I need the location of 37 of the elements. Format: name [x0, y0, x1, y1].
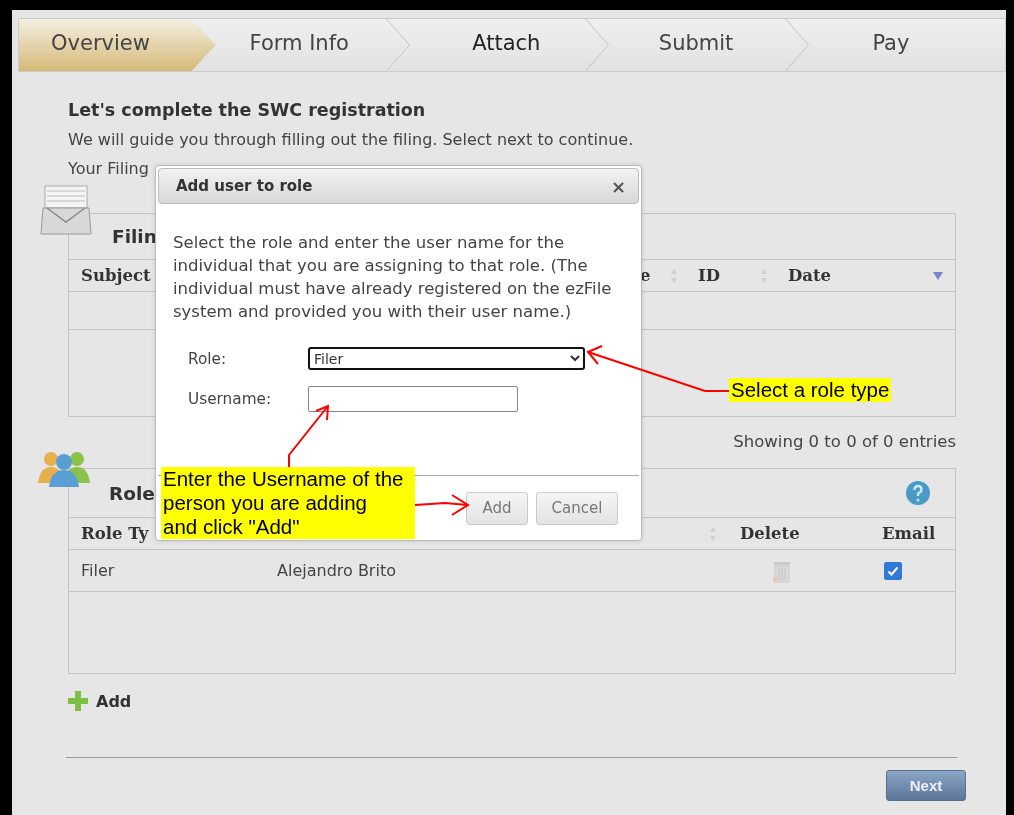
- table-cell: Alejandro Brito: [277, 561, 396, 580]
- plus-icon: [66, 689, 90, 713]
- intro-text: We will guide you through filling out the filing. Select next to continue.: [68, 129, 635, 151]
- add-button[interactable]: Add: [466, 491, 528, 525]
- page-heading: Let's complete the SWC registration: [68, 99, 427, 122]
- cancel-button[interactable]: Cancel: [536, 491, 618, 525]
- dialog-instructions: Select the role and enter the user name for the individual that you are assigning to that role. (The individual must have already registered on the ezFile system and provided you with their user name.): [172, 232, 613, 323]
- step-tab[interactable]: Form Info: [215, 19, 387, 71]
- callout-note: Enter the Username of the person you are adding and click "Add": [161, 467, 415, 539]
- role-label: Role:: [188, 349, 228, 368]
- entries-info: Showing 0 to 0 of 0 entries: [732, 431, 956, 453]
- step-tab[interactable]: Overview: [19, 19, 216, 71]
- add-link[interactable]: Add: [66, 689, 132, 713]
- step-tab[interactable]: Pay: [809, 19, 981, 71]
- username-field[interactable]: [308, 386, 518, 412]
- people-icon: [36, 449, 92, 487]
- role-select[interactable]: Filer: [308, 347, 585, 370]
- email-checkbox[interactable]: [883, 561, 902, 580]
- column-header[interactable]: Date: [780, 260, 955, 291]
- column-header[interactable]: Role Ty: [81, 524, 149, 543]
- column-header[interactable]: Email: [882, 524, 936, 543]
- callout-note: Select a role type: [729, 378, 892, 402]
- sort-descending-icon: [933, 271, 943, 280]
- step-tab[interactable]: Attach: [410, 19, 585, 71]
- step-tab[interactable]: Submit: [608, 19, 786, 71]
- username-label: Username:: [188, 390, 273, 408]
- annotation-arrow: [414, 494, 470, 516]
- panel-title: Filin: [112, 226, 157, 247]
- close-button[interactable]: ×: [610, 175, 626, 197]
- help-icon[interactable]: [905, 480, 931, 506]
- column-header[interactable]: Delete: [740, 524, 800, 543]
- filing-label: Your Filing: [68, 158, 150, 180]
- annotation-arrow: [288, 404, 330, 468]
- column-header[interactable]: ID: [690, 260, 780, 291]
- panel-title: Role: [109, 482, 155, 504]
- dialog-title: Add user to role: [176, 177, 313, 195]
- table-cell: Filer: [81, 561, 115, 580]
